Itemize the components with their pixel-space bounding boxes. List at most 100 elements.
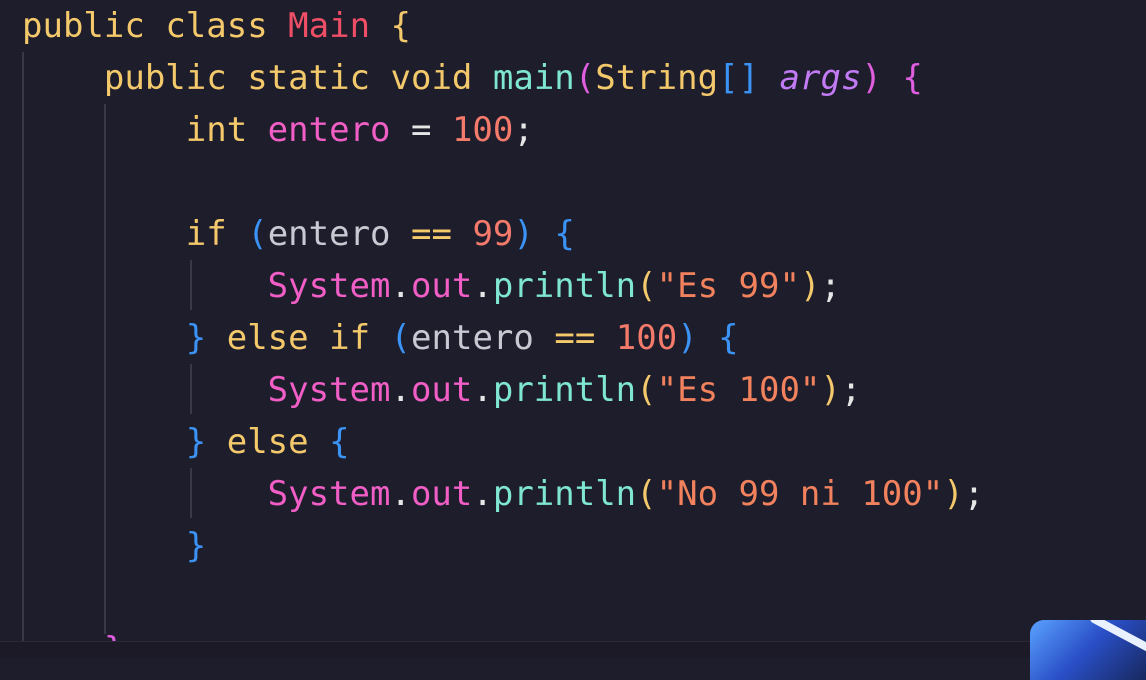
code-token: } — [185, 318, 207, 358]
code-token: { — [902, 58, 923, 98]
code-token: ( — [636, 474, 657, 514]
avatar — [1030, 620, 1146, 680]
code-token: println — [492, 370, 637, 410]
code-token: ) — [677, 318, 698, 358]
code-token: Main — [288, 6, 371, 46]
code-token: . — [472, 370, 493, 410]
code-token: { — [390, 6, 412, 46]
code-line[interactable]: System.out.println("Es 99"); — [22, 260, 841, 312]
code-token: } — [185, 422, 207, 462]
code-token: public — [22, 6, 145, 46]
code-token: } — [185, 526, 207, 566]
code-token: System — [267, 474, 391, 514]
code-editor[interactable]: public class Main { public static void m… — [0, 0, 1146, 657]
code-token: System — [267, 266, 391, 306]
code-token: ) — [513, 214, 534, 254]
code-token: [] — [718, 58, 760, 98]
code-line[interactable]: public static void main(String[] args) { — [22, 52, 923, 104]
code-token: args — [779, 58, 862, 98]
code-token: == — [411, 214, 452, 254]
code-token: { — [329, 422, 350, 462]
code-token: . — [390, 370, 411, 410]
code-token: . — [390, 266, 411, 306]
code-token: if — [329, 318, 371, 358]
code-line[interactable]: } else if (entero == 100) { — [22, 312, 739, 364]
code-token: else — [226, 318, 309, 358]
code-token: if — [185, 214, 227, 254]
code-token: ) — [861, 58, 882, 98]
code-token: println — [492, 474, 637, 514]
code-token: System — [267, 370, 391, 410]
code-token: ; — [513, 110, 534, 150]
code-token: main — [492, 58, 575, 98]
code-token: 99 — [472, 214, 514, 254]
code-line[interactable]: System.out.println("Es 100"); — [22, 364, 862, 416]
code-token: ; — [840, 370, 862, 410]
code-token: ( — [390, 318, 412, 358]
code-token: ) — [943, 474, 964, 514]
code-token: class — [165, 6, 268, 46]
code-token: entero — [267, 110, 391, 150]
code-line[interactable]: System.out.println("No 99 ni 100"); — [22, 468, 985, 520]
code-token: String — [595, 58, 719, 98]
code-line[interactable]: if (entero == 99) { — [22, 208, 575, 260]
code-token: out — [410, 474, 473, 514]
code-token: { — [718, 318, 739, 358]
code-token: = — [410, 110, 432, 150]
code-line[interactable]: public class Main { — [22, 0, 411, 52]
code-token: ; — [820, 266, 841, 306]
code-token: ( — [636, 370, 657, 410]
code-token: "Es 100" — [656, 370, 821, 410]
code-token: out — [410, 266, 473, 306]
code-token: ( — [247, 214, 268, 254]
code-token: ; — [963, 474, 985, 514]
code-token: . — [472, 266, 493, 306]
code-token: out — [410, 370, 473, 410]
code-token: entero — [267, 214, 391, 254]
code-line[interactable]: } else { — [22, 416, 350, 468]
code-token: entero — [411, 318, 534, 358]
code-token: 100 — [451, 110, 514, 150]
code-token: "Es 99" — [656, 266, 800, 306]
code-token: static — [247, 58, 371, 98]
code-token: ( — [636, 266, 657, 306]
bottom-bar — [0, 641, 1146, 658]
code-token: ) — [799, 266, 821, 306]
code-token: ) — [820, 370, 841, 410]
code-token: void — [390, 58, 473, 98]
code-token: else — [226, 422, 309, 462]
code-line[interactable]: } — [22, 520, 206, 572]
code-line[interactable]: int entero = 100; — [22, 104, 534, 156]
code-token: public — [103, 58, 227, 98]
code-token: == — [554, 318, 596, 358]
code-token: println — [492, 266, 637, 306]
code-token: int — [185, 110, 248, 150]
